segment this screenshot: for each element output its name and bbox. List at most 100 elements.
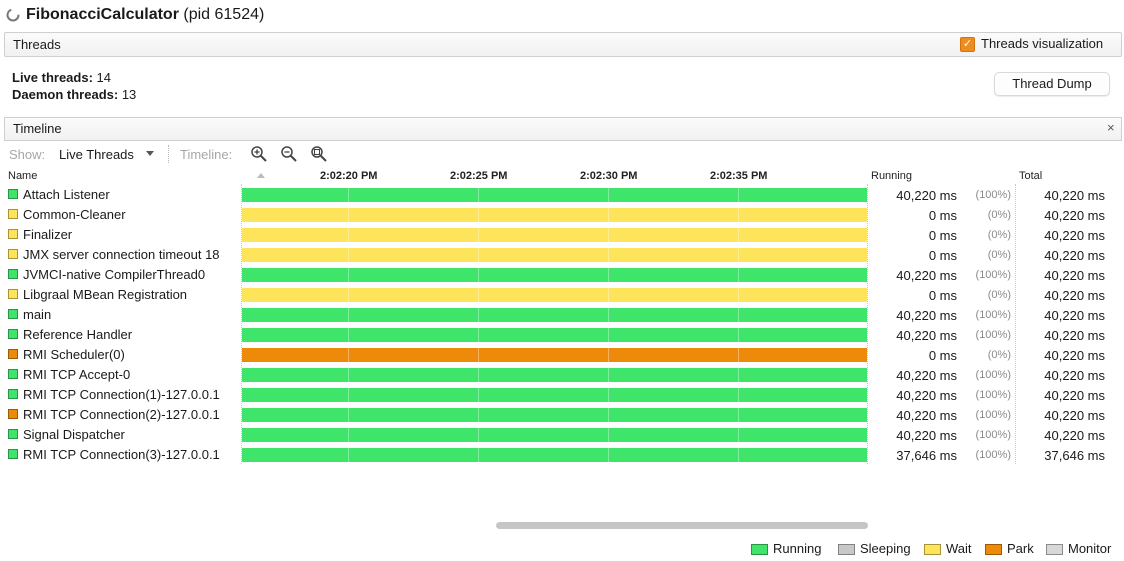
title-bar: FibonacciCalculator (pid 61524) xyxy=(0,0,1124,32)
zoom-out-icon[interactable] xyxy=(280,145,298,163)
running-percent: (100%) xyxy=(975,329,1011,341)
thread-name-label: RMI TCP Connection(1)-127.0.0.1 xyxy=(23,387,220,402)
table-row[interactable]: main 40,220 ms (100%) 40,220 ms xyxy=(0,305,1124,325)
total-time: 40,220 ms xyxy=(1044,248,1105,263)
thread-name: Finalizer xyxy=(8,227,72,242)
state-segment-running xyxy=(242,428,867,442)
table-row[interactable]: RMI TCP Connection(3)-127.0.0.1 37,646 ms… xyxy=(0,445,1124,465)
thread-name: JVMCI-native CompilerThread0 xyxy=(8,267,205,282)
table-row[interactable]: JVMCI-native CompilerThread0 40,220 ms (10… xyxy=(0,265,1124,285)
time-gridline xyxy=(478,348,479,362)
total-time: 40,220 ms xyxy=(1044,328,1105,343)
thread-name: RMI TCP Connection(1)-127.0.0.1 xyxy=(8,387,220,402)
table-row[interactable]: Finalizer 0 ms (0%) 40,220 ms xyxy=(0,225,1124,245)
time-gridline xyxy=(348,368,349,382)
running-percent: (100%) xyxy=(975,429,1011,441)
thread-dump-button[interactable]: Thread Dump xyxy=(994,72,1110,96)
running-percent: (0%) xyxy=(987,349,1011,361)
time-gridline xyxy=(348,428,349,442)
time-gridline xyxy=(478,288,479,302)
chevron-down-icon[interactable] xyxy=(146,151,154,156)
daemon-threads-stat: Daemon threads: 13 xyxy=(12,87,136,102)
legend-swatch-wait xyxy=(924,544,941,555)
thread-name-label: RMI TCP Connection(3)-127.0.0.1 xyxy=(23,447,220,462)
time-gridline xyxy=(608,348,609,362)
legend-swatch-sleeping xyxy=(838,544,855,555)
time-gridline xyxy=(608,288,609,302)
state-swatch xyxy=(8,289,18,299)
time-gridline xyxy=(608,368,609,382)
time-gridline xyxy=(348,288,349,302)
table-row[interactable]: Signal Dispatcher 40,220 ms (100%) 40,220 m… xyxy=(0,425,1124,445)
time-gridline xyxy=(608,388,609,402)
time-gridline xyxy=(738,448,739,462)
legend-swatch-running xyxy=(751,544,768,555)
threads-visualization-checkbox[interactable]: ✓ xyxy=(960,37,975,52)
running-percent: (100%) xyxy=(975,389,1011,401)
time-gridline xyxy=(608,308,609,322)
state-swatch xyxy=(8,389,18,399)
close-icon[interactable]: × xyxy=(1107,120,1115,135)
time-gridline xyxy=(738,288,739,302)
time-gridline xyxy=(608,428,609,442)
table-row[interactable]: Attach Listener 40,220 ms (100%) 40,220 ms xyxy=(0,185,1124,205)
running-time: 40,220 ms xyxy=(896,368,957,383)
table-row[interactable]: Common-Cleaner 0 ms (0%) 40,220 ms xyxy=(0,205,1124,225)
state-swatch xyxy=(8,309,18,319)
legend-label-running: Running xyxy=(773,541,822,556)
table-row[interactable]: Reference Handler 40,220 ms (100%) 40,220 m… xyxy=(0,325,1124,345)
running-time: 40,220 ms xyxy=(896,428,957,443)
table-row[interactable]: RMI Scheduler(0) 0 ms (0%) 40,220 ms xyxy=(0,345,1124,365)
time-gridline xyxy=(348,408,349,422)
thread-name-label: RMI TCP Accept-0 xyxy=(23,367,131,382)
thread-timeline-bar xyxy=(242,308,867,322)
time-gridline xyxy=(608,228,609,242)
sort-ascending-icon[interactable] xyxy=(257,173,265,178)
thread-name-label: Signal Dispatcher xyxy=(23,427,125,442)
table-row[interactable]: JMX server connection timeout 18 0 ms (0%)… xyxy=(0,245,1124,265)
thread-name-label: main xyxy=(23,307,52,322)
table-row[interactable]: RMI TCP Connection(1)-127.0.0.1 40,220 ms… xyxy=(0,385,1124,405)
state-swatch xyxy=(8,369,18,379)
threads-visualization-label[interactable]: Threads visualization xyxy=(981,36,1103,51)
zoom-fit-icon[interactable] xyxy=(310,145,328,163)
state-swatch xyxy=(8,449,18,459)
loading-spinner-icon xyxy=(6,8,20,22)
show-label: Show: xyxy=(9,147,46,162)
running-percent: (0%) xyxy=(987,249,1011,261)
state-segment-running xyxy=(242,388,867,402)
legend-label-sleeping: Sleeping xyxy=(860,541,911,556)
state-segment-wait xyxy=(242,288,867,302)
table-row[interactable]: RMI TCP Accept-0 40,220 ms (100%) 40,220 ms xyxy=(0,365,1124,385)
running-time: 40,220 ms xyxy=(896,308,957,323)
zoom-in-icon[interactable] xyxy=(250,145,268,163)
time-tick: 2:02:25 PM xyxy=(450,170,508,182)
tab-timeline[interactable]: Timeline xyxy=(13,121,62,136)
thread-name: Common-Cleaner xyxy=(8,207,126,222)
column-header-running[interactable]: Running xyxy=(871,170,912,182)
show-dropdown[interactable]: Live Threads xyxy=(59,147,134,162)
state-segment-running xyxy=(242,408,867,422)
running-percent: (100%) xyxy=(975,309,1011,321)
thread-name: Libgraal MBean Registration xyxy=(8,287,187,302)
table-row[interactable]: Libgraal MBean Registration 0 ms (0%) 40,22… xyxy=(0,285,1124,305)
running-percent: (0%) xyxy=(987,229,1011,241)
time-gridline xyxy=(608,448,609,462)
time-gridline xyxy=(478,368,479,382)
time-gridline xyxy=(348,328,349,342)
legend-label-monitor: Monitor xyxy=(1068,541,1112,556)
time-gridline xyxy=(738,308,739,322)
running-time: 37,646 ms xyxy=(896,448,957,463)
threads-tab-header: Threads ✓ Threads visualization xyxy=(4,32,1122,57)
table-row[interactable]: RMI TCP Connection(2)-127.0.0.1 40,220 ms… xyxy=(0,405,1124,425)
column-header-total[interactable]: Total xyxy=(1019,170,1042,182)
horizontal-scrollbar[interactable] xyxy=(496,522,868,529)
state-segment-running xyxy=(242,448,867,462)
state-segment-running xyxy=(242,188,867,202)
running-time: 0 ms xyxy=(928,248,957,263)
time-gridline xyxy=(738,388,739,402)
thread-timeline-bar xyxy=(242,428,867,442)
column-header-name[interactable]: Name xyxy=(8,170,37,182)
tab-threads[interactable]: Threads xyxy=(13,37,61,52)
time-gridline xyxy=(348,348,349,362)
